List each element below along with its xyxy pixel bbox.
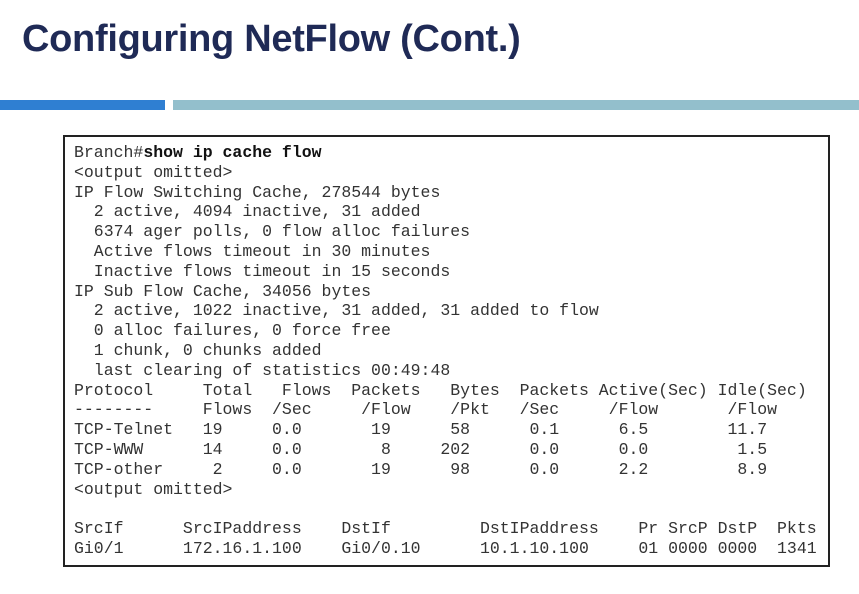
divider-bar (173, 100, 859, 110)
output-line: <output omitted> (74, 162, 233, 182)
output-line: <output omitted> (74, 479, 233, 499)
output-line: 2 active, 1022 inactive, 31 added, 31 ad… (74, 301, 599, 321)
flow-table-row: Gi0/1 172.16.1.100 Gi0/0.10 10.1.10.100 … (74, 538, 817, 558)
prompt: Branch# (74, 143, 144, 162)
output-line: 0 alloc failures, 0 force free (74, 321, 391, 341)
protocol-table-row: TCP-Telnet 19 0.0 19 58 0.1 6.5 11.7 (74, 420, 768, 440)
output-line: IP Flow Switching Cache, 278544 bytes (74, 182, 441, 202)
accent-bar (0, 100, 165, 110)
output-line: 1 chunk, 0 chunks added (74, 340, 322, 360)
command-line: Branch#show ip cache flow (74, 143, 817, 163)
output-line: last clearing of statistics 00:49:48 (74, 360, 451, 380)
output-line: Active flows timeout in 30 minutes (74, 241, 431, 261)
slide-title: Configuring NetFlow (Cont.) (22, 18, 521, 60)
flow-table-header: SrcIf SrcIPaddress DstIf DstIPaddress Pr… (74, 519, 817, 539)
output-line: IP Sub Flow Cache, 34056 bytes (74, 281, 372, 301)
output-line: Inactive flows timeout in 15 seconds (74, 261, 451, 281)
terminal-output-box: Branch#show ip cache flow <output omitte… (63, 135, 830, 567)
protocol-table-subheader: -------- Flows /Sec /Flow /Pkt /Sec /Flo… (74, 400, 778, 420)
protocol-table-row: TCP-other 2 0.0 19 98 0.0 2.2 8.9 (74, 459, 768, 479)
output-line: 2 active, 4094 inactive, 31 added (74, 202, 421, 222)
protocol-table-row: TCP-WWW 14 0.0 8 202 0.0 0.0 1.5 (74, 439, 768, 459)
output-line: 6374 ager polls, 0 flow alloc failures (74, 222, 471, 242)
command: show ip cache flow (143, 143, 322, 162)
protocol-table-header: Protocol Total Flows Packets Bytes Packe… (74, 380, 807, 400)
